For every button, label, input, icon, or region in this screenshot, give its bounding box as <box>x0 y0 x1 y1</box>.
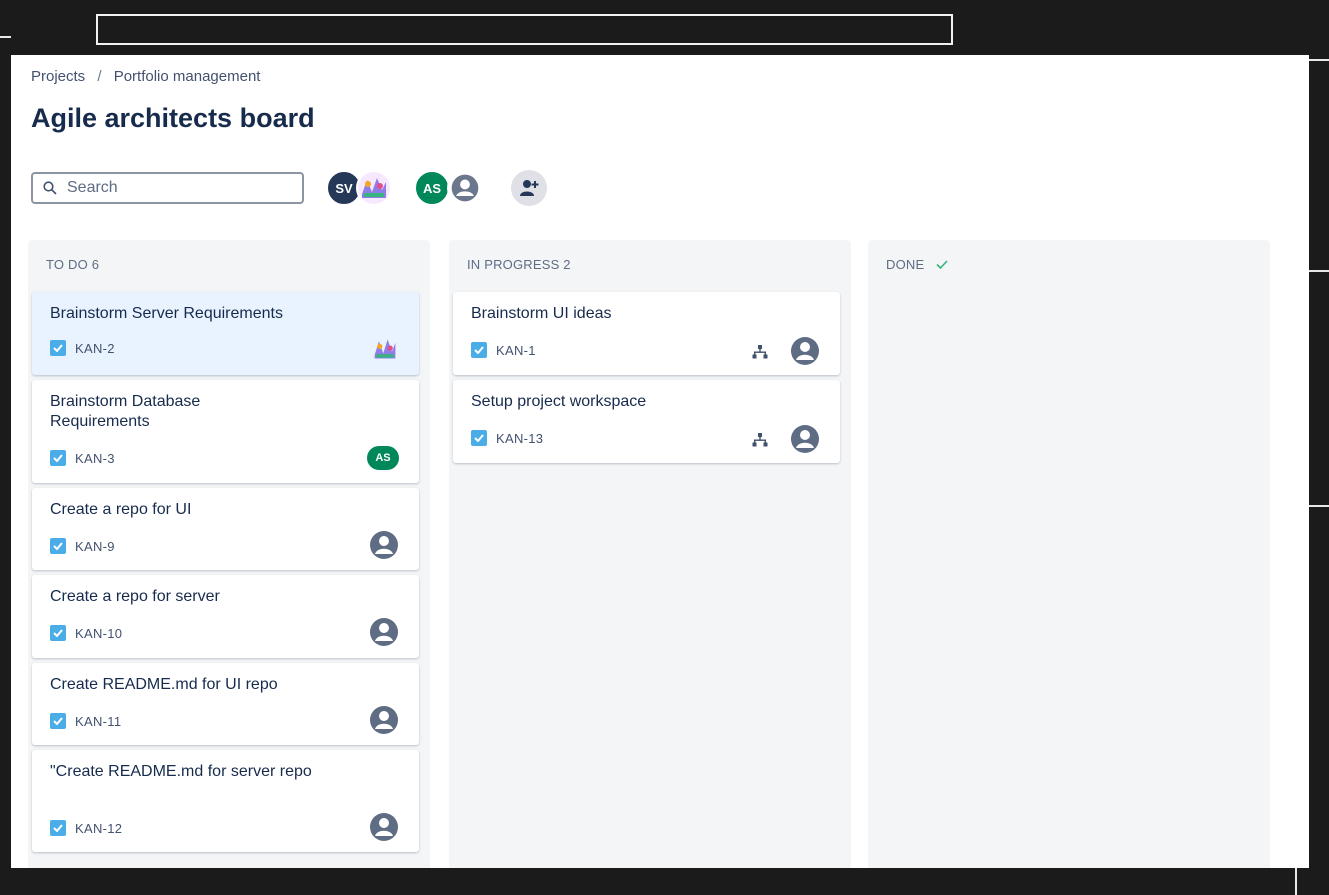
search-box[interactable] <box>31 172 304 204</box>
avatar-as[interactable]: AS <box>414 170 450 206</box>
window-frame-line <box>1309 270 1329 272</box>
card-key: KAN-11 <box>50 713 121 729</box>
card-key: KAN-12 <box>50 820 122 836</box>
card-key-text: KAN-13 <box>496 430 544 446</box>
add-user-icon <box>520 180 539 196</box>
window-frame-line <box>1309 59 1329 61</box>
card-key-text: KAN-2 <box>75 340 115 356</box>
task-checkbox-icon <box>50 538 66 554</box>
user-icon <box>451 174 479 202</box>
task-checkbox-icon <box>50 625 66 641</box>
column-header-todo: TO DO 6 <box>46 257 99 272</box>
card-key-text: KAN-11 <box>75 713 122 729</box>
unassigned-avatar-icon[interactable] <box>369 617 399 647</box>
task-checkbox-icon <box>471 342 487 358</box>
column-header-done: DONE <box>886 257 948 272</box>
search-icon <box>43 181 57 195</box>
card-title: Brainstorm Database Requirements <box>50 393 201 430</box>
card-title: Brainstorm Server Requirements <box>50 305 283 322</box>
checkmark-icon <box>936 260 948 269</box>
card-key: KAN-3 <box>50 450 115 466</box>
unassigned-avatar-icon[interactable] <box>369 705 399 735</box>
child-issues-icon[interactable] <box>752 345 768 359</box>
avatar-image[interactable] <box>356 170 392 206</box>
unassigned-avatar-icon[interactable] <box>790 424 820 454</box>
window-frame-line <box>0 36 11 38</box>
column-header-in-progress: IN PROGRESS 2 <box>467 257 571 272</box>
avatar-art-icon <box>358 172 390 204</box>
card-title: "Create README.md for server repo <box>50 763 312 780</box>
card-key-text: KAN-9 <box>75 538 115 554</box>
unassigned-avatar-icon[interactable] <box>790 336 820 366</box>
breadcrumb-portfolio-management[interactable]: Portfolio management <box>114 68 261 85</box>
column-in-progress: IN PROGRESS 2 Brainstorm UI ideas KAN-1 <box>449 240 851 868</box>
card-key-text: KAN-1 <box>496 342 536 358</box>
window-frame-line <box>1295 868 1297 895</box>
task-checkbox-icon <box>50 340 66 356</box>
issue-card[interactable]: Create a repo for server KAN-10 <box>32 575 419 658</box>
column-todo: TO DO 6 Brainstorm Server Requirements K… <box>28 240 430 868</box>
avatar-default-user[interactable] <box>447 170 483 206</box>
avatar-art-icon <box>374 339 396 359</box>
column-title-in-progress: IN PROGRESS 2 <box>467 257 571 272</box>
issue-card[interactable]: Brainstorm Database Requirements KAN-3 A… <box>32 380 419 483</box>
card-title: Create README.md for UI repo <box>50 676 278 693</box>
unassigned-avatar-icon[interactable] <box>369 812 399 842</box>
card-key: KAN-9 <box>50 538 115 554</box>
card-key: KAN-13 <box>471 430 543 446</box>
issue-card[interactable]: "Create README.md for server repo KAN-12 <box>32 750 419 852</box>
assignee-avatar-image[interactable] <box>371 336 399 367</box>
card-key: KAN-2 <box>50 340 115 356</box>
issue-card[interactable]: Brainstorm Server Requirements KAN-2 <box>32 292 419 375</box>
breadcrumb: Projects / Portfolio management <box>31 68 260 85</box>
child-issues-icon[interactable] <box>752 433 768 447</box>
task-checkbox-icon <box>50 820 66 836</box>
column-title-done: DONE <box>886 257 925 272</box>
add-people-button[interactable] <box>511 170 547 206</box>
card-key: KAN-10 <box>50 625 122 641</box>
breadcrumb-projects[interactable]: Projects <box>31 68 85 85</box>
issue-card[interactable]: Setup project workspace KAN-13 <box>453 380 840 463</box>
column-done: DONE <box>868 240 1270 868</box>
task-checkbox-icon <box>50 713 66 729</box>
card-key: KAN-1 <box>471 342 536 358</box>
issue-card[interactable]: Create a repo for UI KAN-9 <box>32 488 419 570</box>
card-title: Setup project workspace <box>471 393 647 410</box>
card-title: Brainstorm UI ideas <box>471 305 612 322</box>
page-title: Agile architects board <box>31 103 315 133</box>
task-checkbox-icon <box>471 430 487 446</box>
card-title: Create a repo for UI <box>50 501 192 518</box>
breadcrumb-separator: / <box>97 68 102 85</box>
card-key-text: KAN-12 <box>75 820 123 836</box>
search-input[interactable] <box>65 178 289 198</box>
task-checkbox-icon <box>50 450 66 466</box>
assignee-avatar-as[interactable]: AS <box>367 446 399 470</box>
board-page: Projects / Portfolio management Agile ar… <box>11 55 1309 868</box>
column-title-todo: TO DO 6 <box>46 257 100 272</box>
window-frame-line <box>1309 505 1329 507</box>
card-key-text: KAN-10 <box>75 625 123 641</box>
top-address-bar <box>96 14 953 45</box>
card-title: Create a repo for server <box>50 588 220 605</box>
issue-card[interactable]: Brainstorm UI ideas KAN-1 <box>453 292 840 375</box>
unassigned-avatar-icon[interactable] <box>369 530 399 560</box>
card-key-text: KAN-3 <box>75 450 115 466</box>
issue-card[interactable]: Create README.md for UI repo KAN-11 <box>32 663 419 745</box>
